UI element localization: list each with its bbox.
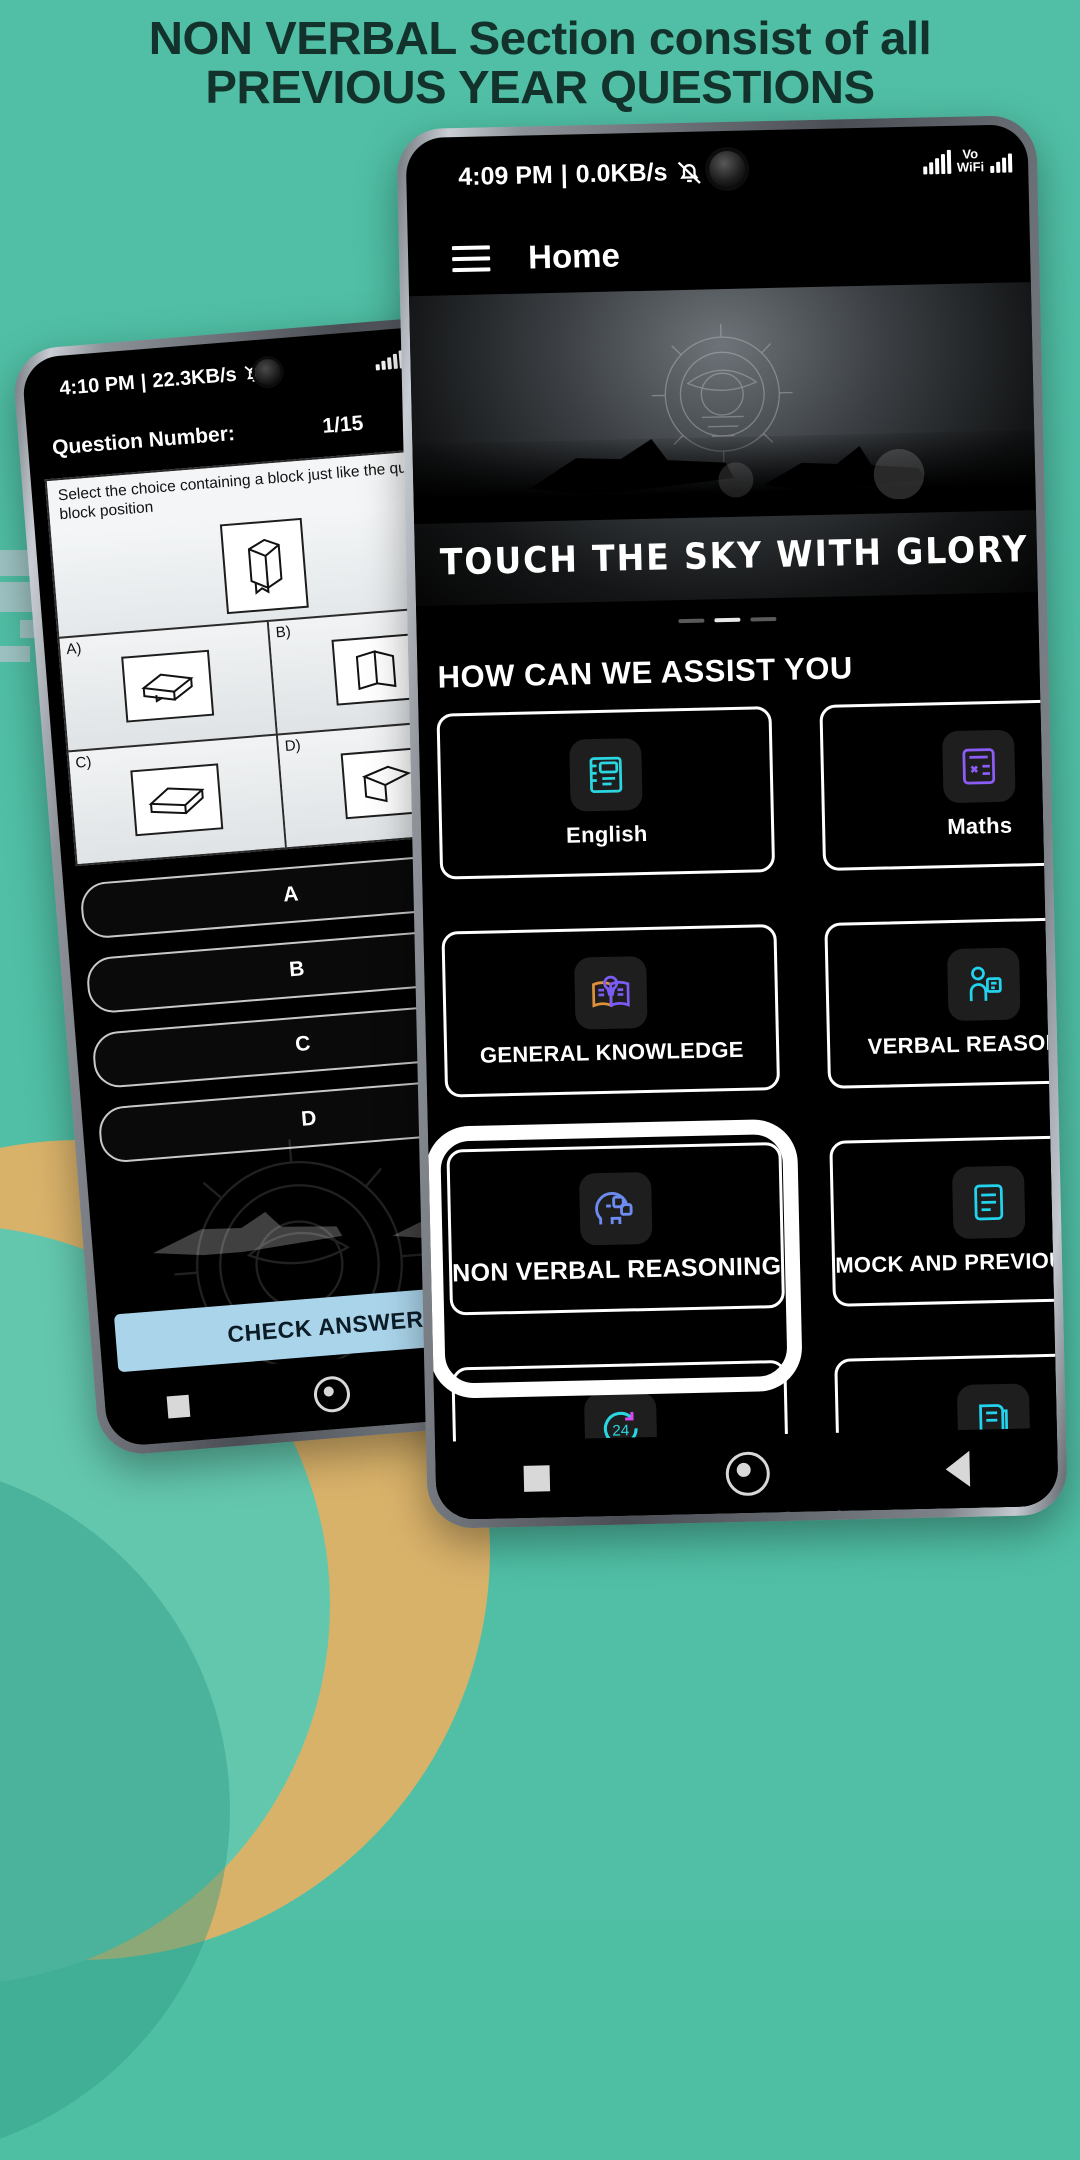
category-card-general-knowledge[interactable]: GENERAL KNOWLEDGE xyxy=(441,924,781,1098)
category-card-label: GENERAL KNOWLEDGE xyxy=(479,1036,744,1068)
hero-banner[interactable]: TOUCH THE SKY WITH GLORY xyxy=(408,282,1038,607)
banner-title: TOUCH THE SKY WITH GLORY xyxy=(439,529,1029,584)
3d-block-option-c xyxy=(130,763,224,837)
category-card-label: Maths xyxy=(946,812,1013,840)
circle-icon[interactable] xyxy=(312,1374,352,1414)
brain-puzzle-icon xyxy=(946,947,1021,1022)
head-puzzle-icon xyxy=(578,1172,653,1246)
option-label-a: A) xyxy=(65,640,83,659)
system-navigation-bar-right xyxy=(434,1427,1059,1520)
signal-bars-icon xyxy=(922,149,952,175)
category-card-english[interactable]: English xyxy=(436,706,776,880)
phone-mockup-home: 4:09 PM | 0.0KB/s Vo WiFi Home TOUCH THE… xyxy=(396,114,1068,1530)
front-camera-right xyxy=(708,150,746,188)
category-card-label: MOCK AND PREVIOUS TEST xyxy=(834,1246,1059,1278)
test-paper-icon xyxy=(951,1165,1026,1239)
category-grid: English Maths GENERAL KNOWLEDGE VERBAL R… xyxy=(418,697,1059,1520)
3d-block-figure xyxy=(219,518,309,615)
category-card-maths[interactable]: Maths xyxy=(819,697,1059,871)
book-lightbulb-icon xyxy=(573,955,648,1030)
carousel-dot-1[interactable] xyxy=(678,618,705,624)
option-label-c: C) xyxy=(74,753,93,772)
status-time: 4:10 PM xyxy=(58,371,136,400)
status-separator: | xyxy=(139,370,148,394)
bell-mute-icon xyxy=(675,158,704,187)
category-card-label: VERBAL REASONING xyxy=(867,1028,1059,1059)
square-icon[interactable] xyxy=(523,1465,551,1492)
carousel-dot-3[interactable] xyxy=(750,616,777,622)
hamburger-menu-icon[interactable] xyxy=(451,245,491,273)
page-title: NON VERBAL Section consist of all PREVIO… xyxy=(0,12,1080,114)
headline-line-2: PREVIOUS YEAR QUESTIONS xyxy=(205,61,875,114)
status-bar-right: 4:09 PM | 0.0KB/s Vo WiFi xyxy=(405,124,1029,224)
status-data-rate: 22.3KB/s xyxy=(151,363,238,393)
az-dictionary-book-icon xyxy=(568,737,643,812)
circle-icon[interactable] xyxy=(725,1451,771,1497)
question-number-value: 1/15 xyxy=(321,411,365,438)
fighter-jet-icon xyxy=(530,439,927,500)
category-card-non-verbal-reasoning[interactable]: NON VERBAL REASONING xyxy=(424,1118,803,1399)
3d-block-option-a xyxy=(121,649,215,723)
category-card-label: English xyxy=(565,820,648,848)
calculator-math-icon xyxy=(941,729,1016,804)
vowifi-label: Vo WiFi xyxy=(956,146,985,175)
status-separator: | xyxy=(560,160,569,189)
triangle-back-icon[interactable] xyxy=(945,1450,971,1488)
headline-line-1: NON VERBAL Section consist of all xyxy=(148,12,932,64)
status-bar-right-signals: Vo WiFi xyxy=(922,146,1013,175)
category-card-verbal-reasoning[interactable]: VERBAL REASONING xyxy=(824,915,1059,1089)
phone-screen-home: 4:09 PM | 0.0KB/s Vo WiFi Home TOUCH THE… xyxy=(405,124,1059,1520)
square-icon[interactable] xyxy=(166,1394,191,1419)
status-bar-right-info: 4:09 PM | 0.0KB/s xyxy=(458,157,704,192)
signal-bars-icon xyxy=(374,350,404,371)
status-bar-left-info: 4:10 PM | 22.3KB/s xyxy=(59,361,266,400)
status-data-rate: 0.0KB/s xyxy=(575,158,668,189)
app-bar-title: Home xyxy=(527,236,621,276)
status-time: 4:09 PM xyxy=(457,160,554,192)
category-card-mock-and-previous-test[interactable]: MOCK AND PREVIOUS TEST xyxy=(829,1133,1059,1307)
option-cell-c[interactable]: C) xyxy=(68,733,287,865)
signal-bars-secondary-icon xyxy=(990,153,1013,173)
option-label-b: B) xyxy=(275,623,292,642)
question-number-label: Question Number: xyxy=(51,422,236,460)
category-card-label: NON VERBAL REASONING xyxy=(451,1252,782,1288)
option-cell-a[interactable]: A) xyxy=(59,620,278,751)
option-label-d: D) xyxy=(284,736,302,756)
carousel-dot-2[interactable] xyxy=(714,617,741,623)
